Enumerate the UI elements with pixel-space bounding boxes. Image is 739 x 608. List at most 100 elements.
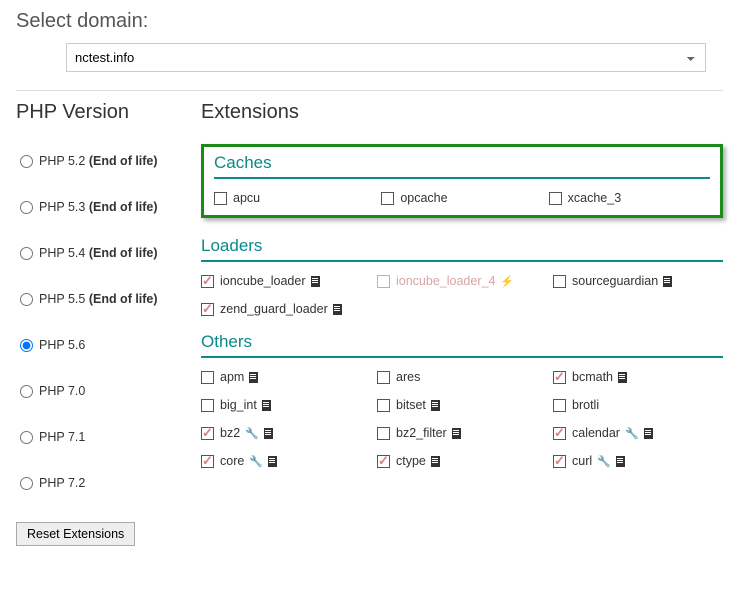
php-version-label: PHP 5.3 (End of life) xyxy=(39,200,158,214)
extension-item[interactable]: ioncube_loader_4⚡ xyxy=(377,274,547,288)
php-version-radio[interactable] xyxy=(20,155,33,168)
extension-checkbox[interactable] xyxy=(377,427,390,440)
domain-select[interactable]: nctest.info xyxy=(66,43,706,72)
extension-label: bitset xyxy=(396,398,426,412)
doc-icon[interactable] xyxy=(431,456,440,467)
extension-label: xcache_3 xyxy=(568,191,622,205)
extension-item[interactable]: xcache_3 xyxy=(549,191,710,205)
wrench-icon[interactable]: 🔧 xyxy=(245,427,259,440)
php-version-label: PHP 7.1 xyxy=(39,430,85,444)
extension-item[interactable]: big_int xyxy=(201,398,371,412)
extension-checkbox[interactable] xyxy=(549,192,562,205)
php-version-radio[interactable] xyxy=(20,201,33,214)
extension-label: bz2_filter xyxy=(396,426,447,440)
extension-label: calendar xyxy=(572,426,620,440)
php-version-radio[interactable] xyxy=(20,293,33,306)
extension-item[interactable]: calendar 🔧 xyxy=(553,426,723,440)
php-version-label: PHP 5.2 (End of life) xyxy=(39,154,158,168)
doc-icon[interactable] xyxy=(431,400,440,411)
php-version-label: PHP 5.6 xyxy=(39,338,85,352)
extension-checkbox[interactable] xyxy=(201,275,214,288)
extension-item[interactable]: bz2_filter xyxy=(377,426,547,440)
extension-checkbox[interactable] xyxy=(377,399,390,412)
extension-label: brotli xyxy=(572,398,599,412)
extension-item[interactable]: ioncube_loader xyxy=(201,274,371,288)
php-version-option[interactable]: PHP 5.2 (End of life) xyxy=(16,154,201,168)
doc-icon[interactable] xyxy=(311,276,320,287)
extension-item[interactable]: brotli xyxy=(553,398,723,412)
extension-label: apcu xyxy=(233,191,260,205)
extension-item[interactable]: sourceguardian xyxy=(553,274,723,288)
doc-icon[interactable] xyxy=(618,372,627,383)
extension-item[interactable]: curl🔧 xyxy=(553,454,723,468)
wrench-icon[interactable]: 🔧 xyxy=(597,455,611,468)
extension-checkbox[interactable] xyxy=(553,399,566,412)
select-domain-label: Select domain: xyxy=(16,10,723,33)
divider xyxy=(16,90,723,91)
extension-label: bcmath xyxy=(572,370,613,384)
extension-item[interactable]: ares xyxy=(377,370,547,384)
extension-item[interactable]: bcmath xyxy=(553,370,723,384)
php-version-option[interactable]: PHP 5.4 (End of life) xyxy=(16,246,201,260)
extension-checkbox[interactable] xyxy=(201,455,214,468)
php-version-option[interactable]: PHP 7.2 xyxy=(16,476,201,490)
php-version-option[interactable]: PHP 5.3 (End of life) xyxy=(16,200,201,214)
doc-icon[interactable] xyxy=(268,456,277,467)
extension-label: zend_guard_loader xyxy=(220,302,328,316)
extension-checkbox[interactable] xyxy=(377,275,390,288)
extension-checkbox[interactable] xyxy=(553,371,566,384)
extension-item[interactable]: ctype xyxy=(377,454,547,468)
doc-icon[interactable] xyxy=(333,304,342,315)
php-version-label: PHP 7.2 xyxy=(39,476,85,490)
extension-checkbox[interactable] xyxy=(201,427,214,440)
extension-item[interactable]: opcache xyxy=(381,191,542,205)
reset-extensions-button[interactable]: Reset Extensions xyxy=(16,522,135,546)
php-version-radio[interactable] xyxy=(20,339,33,352)
extension-checkbox[interactable] xyxy=(553,455,566,468)
doc-icon[interactable] xyxy=(262,400,271,411)
extension-item[interactable]: apcu xyxy=(214,191,375,205)
extension-checkbox[interactable] xyxy=(377,455,390,468)
group-caches-title: Caches xyxy=(214,153,710,179)
extension-label: ctype xyxy=(396,454,426,468)
extension-label: sourceguardian xyxy=(572,274,658,288)
php-version-radio[interactable] xyxy=(20,431,33,444)
extension-item[interactable]: apm xyxy=(201,370,371,384)
extension-checkbox[interactable] xyxy=(553,427,566,440)
extension-item[interactable]: core🔧 xyxy=(201,454,371,468)
extension-label: bz2 xyxy=(220,426,240,440)
extension-label: opcache xyxy=(400,191,447,205)
doc-icon[interactable] xyxy=(644,428,653,439)
php-version-label: PHP 5.5 (End of life) xyxy=(39,292,158,306)
extension-checkbox[interactable] xyxy=(201,399,214,412)
group-loaders-title: Loaders xyxy=(201,236,723,262)
wrench-icon[interactable]: 🔧 xyxy=(249,455,263,468)
php-version-option[interactable]: PHP 5.6 xyxy=(16,338,201,352)
extension-item[interactable]: bitset xyxy=(377,398,547,412)
extension-checkbox[interactable] xyxy=(201,371,214,384)
php-version-option[interactable]: PHP 5.5 (End of life) xyxy=(16,292,201,306)
wrench-icon[interactable]: 🔧 xyxy=(625,427,639,440)
group-caches: Caches apcu opcache xcache_3 xyxy=(201,144,723,218)
doc-icon[interactable] xyxy=(249,372,258,383)
extension-item[interactable]: bz2 🔧 xyxy=(201,426,371,440)
php-version-label: PHP 5.4 (End of life) xyxy=(39,246,158,260)
extension-item[interactable]: zend_guard_loader xyxy=(201,302,371,316)
doc-icon[interactable] xyxy=(452,428,461,439)
extension-checkbox[interactable] xyxy=(381,192,394,205)
doc-icon[interactable] xyxy=(663,276,672,287)
group-loaders: Loaders ioncube_loader ioncube_loader_4⚡ s… xyxy=(201,236,723,316)
doc-icon[interactable] xyxy=(264,428,273,439)
extension-checkbox[interactable] xyxy=(201,303,214,316)
group-others: Others apmaresbcmathbig_intbitsetbrotlib… xyxy=(201,332,723,468)
extension-checkbox[interactable] xyxy=(377,371,390,384)
extension-label: big_int xyxy=(220,398,257,412)
doc-icon[interactable] xyxy=(616,456,625,467)
extension-checkbox[interactable] xyxy=(553,275,566,288)
php-version-radio[interactable] xyxy=(20,385,33,398)
php-version-option[interactable]: PHP 7.1 xyxy=(16,430,201,444)
extension-checkbox[interactable] xyxy=(214,192,227,205)
php-version-radio[interactable] xyxy=(20,477,33,490)
php-version-option[interactable]: PHP 7.0 xyxy=(16,384,201,398)
php-version-radio[interactable] xyxy=(20,247,33,260)
